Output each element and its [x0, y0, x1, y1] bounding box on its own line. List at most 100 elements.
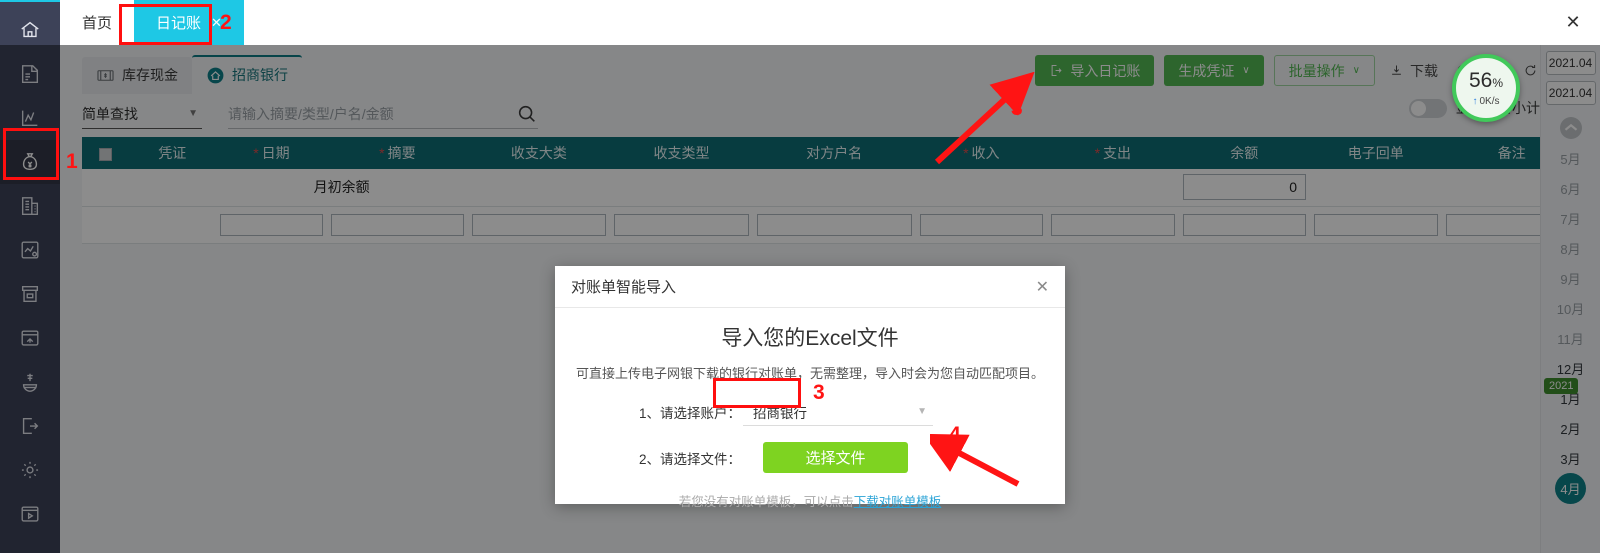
sidebar-item-home[interactable]	[0, 8, 60, 52]
sidebar-item-report[interactable]	[0, 228, 60, 272]
sidebar-item-funds[interactable]	[0, 140, 60, 184]
select-all-checkbox[interactable]	[98, 147, 112, 161]
row-counterparty-input[interactable]	[756, 213, 912, 236]
sidebar-item-company[interactable]	[0, 184, 60, 228]
month-label: 5月	[1560, 151, 1581, 167]
annotation-number-4: 4	[949, 423, 961, 446]
gear-icon	[19, 459, 41, 481]
th-counterparty[interactable]: 对方户名	[752, 137, 916, 169]
cpu-percent-value: 56	[1468, 68, 1493, 92]
month-item-11[interactable]: 11月	[1541, 323, 1600, 353]
month-item-8[interactable]: 8月	[1541, 233, 1600, 263]
cpu-percent-unit: %	[1492, 75, 1504, 90]
bank-icon	[206, 66, 225, 85]
month-item-3[interactable]: 3月	[1541, 443, 1600, 473]
month-label: 6月	[1560, 181, 1581, 197]
opening-balance-label: 月初余额	[215, 169, 468, 207]
window-close-icon[interactable]: ✕	[1546, 0, 1600, 45]
account-tab-cash[interactable]: 库存现金	[82, 57, 192, 94]
month-item-2[interactable]: 2月	[1541, 413, 1600, 443]
row-date-cell[interactable]	[215, 206, 328, 244]
th-balance[interactable]: 余额	[1178, 137, 1311, 169]
sidebar-item-video[interactable]	[0, 492, 60, 536]
batch-operation-button[interactable]: 批量操作 ∨	[1273, 55, 1375, 86]
account-select[interactable]: 招商银行 ▼	[743, 398, 933, 426]
row-type-input[interactable]	[614, 213, 749, 236]
opening-balance-value-cell[interactable]: 0	[1178, 169, 1311, 207]
th-select-all[interactable]	[82, 137, 129, 169]
row-expense-input[interactable]	[1051, 213, 1175, 236]
row-ereceipt-cell[interactable]	[1310, 206, 1442, 244]
search-input[interactable]	[228, 105, 483, 122]
balance-cell-blank-8	[1310, 169, 1442, 207]
sidebar-item-invoice[interactable]	[0, 52, 60, 96]
refresh-icon	[1523, 63, 1538, 78]
th-date-label: 日期	[261, 145, 290, 161]
row-checkbox-cell[interactable]	[82, 206, 129, 244]
import-journal-button[interactable]: 导入日记账	[1035, 55, 1155, 86]
download-button[interactable]: 下载	[1385, 61, 1442, 81]
generate-voucher-button[interactable]: 生成凭证 ∨	[1164, 55, 1264, 86]
network-speed-widget[interactable]: 56% ↑ 0K/s	[1452, 54, 1520, 122]
month-item-7[interactable]: 7月	[1541, 203, 1600, 233]
th-ereceipt[interactable]: 电子回单	[1310, 137, 1442, 169]
download-template-link[interactable]: 下载对账单模板	[854, 495, 942, 509]
row-ereceipt-input[interactable]	[1314, 213, 1438, 236]
month-item-1[interactable]: 2021 1月	[1541, 378, 1600, 413]
scroll-up-icon[interactable]	[1559, 117, 1582, 139]
row-income-cell[interactable]	[915, 206, 1048, 244]
account-tab-bank[interactable]: 招商银行	[192, 55, 302, 94]
row-summary-input[interactable]	[331, 213, 464, 236]
row-balance-cell[interactable]	[1178, 206, 1311, 244]
opening-balance-value[interactable]: 0	[1182, 174, 1307, 201]
row-category-cell[interactable]	[467, 206, 611, 244]
th-summary[interactable]: * 摘要	[327, 137, 468, 169]
choose-file-button[interactable]: 选择文件	[763, 442, 908, 473]
dialog-header: 对账单智能导入 ✕	[555, 266, 1065, 308]
th-income[interactable]: * 收入	[915, 137, 1048, 169]
balance-cell-blank-4	[610, 169, 753, 207]
th-counterparty-label: 对方户名	[806, 145, 863, 161]
th-category[interactable]: 收支大类	[467, 137, 611, 169]
th-summary-label: 摘要	[387, 145, 416, 161]
account-tab-bank-label: 招商银行	[232, 67, 288, 83]
month-item-10[interactable]: 10月	[1541, 293, 1600, 323]
row-income-input[interactable]	[919, 213, 1044, 236]
refresh-button[interactable]	[1519, 63, 1542, 78]
th-type[interactable]: 收支类型	[610, 137, 753, 169]
tab-home[interactable]: 首页	[60, 0, 134, 45]
date-to-chip[interactable]: 2021.04	[1545, 81, 1596, 105]
row-category-input[interactable]	[471, 213, 607, 236]
th-expense[interactable]: * 支出	[1047, 137, 1179, 169]
month-item-5[interactable]: 5月	[1541, 143, 1600, 173]
sidebar-item-print[interactable]	[0, 316, 60, 360]
date-from-chip[interactable]: 2021.04	[1545, 51, 1596, 75]
sidebar-item-archive[interactable]	[0, 272, 60, 316]
table-row[interactable]	[82, 206, 1582, 244]
row-summary-cell[interactable]	[327, 206, 468, 244]
sidebar-item-stamp[interactable]	[0, 360, 60, 404]
month-item-9[interactable]: 9月	[1541, 263, 1600, 293]
sidebar-item-settings[interactable]	[0, 448, 60, 492]
month-item-4[interactable]: 4月	[1541, 472, 1600, 504]
search-type-label: 简单查找	[82, 105, 138, 122]
th-voucher[interactable]: 凭证	[128, 137, 216, 169]
row-date-input[interactable]	[219, 213, 324, 236]
row-balance-input[interactable]	[1182, 213, 1307, 236]
balance-cell-blank-5	[752, 169, 916, 207]
sidebar-item-export[interactable]	[0, 404, 60, 448]
daily-subtotal-switch[interactable]	[1409, 98, 1447, 118]
th-date[interactable]: * 日期	[215, 137, 328, 169]
chevron-down-icon: ▼	[917, 406, 927, 417]
search-icon[interactable]	[516, 103, 538, 125]
row-counterparty-cell[interactable]	[752, 206, 916, 244]
th-ereceipt-label: 电子回单	[1347, 145, 1404, 161]
row-expense-cell[interactable]	[1047, 206, 1179, 244]
month-item-6[interactable]: 6月	[1541, 173, 1600, 203]
sidebar-item-chart[interactable]	[0, 96, 60, 140]
search-type-select[interactable]: 简单查找 ▼	[82, 99, 202, 129]
row-type-cell[interactable]	[610, 206, 753, 244]
dialog-close-icon[interactable]: ✕	[1036, 277, 1049, 297]
row-voucher-cell[interactable]	[128, 206, 216, 244]
building-icon	[19, 195, 41, 217]
